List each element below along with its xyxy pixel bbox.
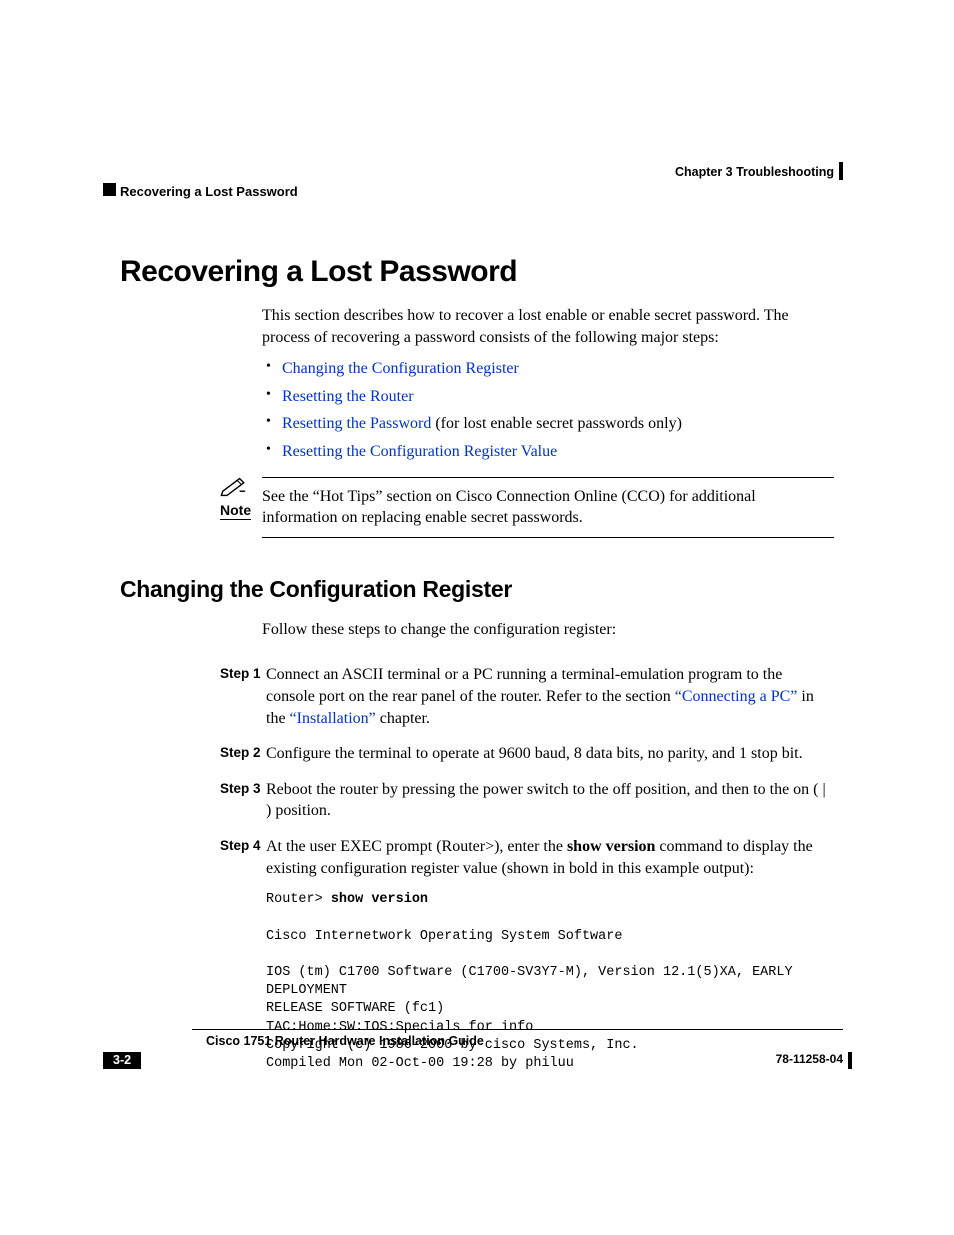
step-label: Step 2: [220, 743, 266, 765]
list-item: Changing the Configuration Register: [282, 358, 834, 380]
step-body: Connect an ASCII terminal or a PC runnin…: [266, 664, 834, 729]
step-body: Configure the terminal to operate at 960…: [266, 743, 834, 765]
section-intro: Follow these steps to change the configu…: [262, 619, 834, 641]
code-command: show version: [331, 892, 428, 907]
step-row: Step 2 Configure the terminal to operate…: [220, 743, 834, 765]
step-text: At the user EXEC prompt (Router>), enter…: [266, 838, 567, 855]
link-installation[interactable]: “Installation”: [290, 710, 376, 727]
step-row: Step 1 Connect an ASCII terminal or a PC…: [220, 664, 834, 729]
intro-paragraph: This section describes how to recover a …: [262, 305, 834, 348]
note-pencil-icon: [220, 477, 262, 502]
code-line: Cisco Internetwork Operating System Soft…: [266, 929, 622, 944]
list-item: Resetting the Router: [282, 386, 834, 408]
note-text: See the “Hot Tips” section on Cisco Conn…: [262, 477, 834, 538]
header-right-bar: [839, 162, 843, 180]
note-block: Note See the “Hot Tips” section on Cisco…: [220, 477, 834, 538]
doc-number: 78-11258-04: [776, 1052, 843, 1066]
header-section: Recovering a Lost Password: [120, 184, 298, 199]
link-reset-password[interactable]: Resetting the Password: [282, 415, 431, 432]
section-heading: Changing the Configuration Register: [120, 576, 834, 603]
footer-right-bar: [848, 1052, 852, 1069]
step-label: Step 1: [220, 664, 266, 729]
list-item-tail: (for lost enable secret passwords only): [431, 415, 682, 432]
link-connecting-pc[interactable]: “Connecting a PC”: [675, 688, 798, 705]
page-title: Recovering a Lost Password: [120, 255, 834, 289]
step-body: Reboot the router by pressing the power …: [266, 779, 834, 822]
note-label: Note: [220, 502, 251, 520]
step-row: Step 3 Reboot the router by pressing the…: [220, 779, 834, 822]
link-reset-config-value[interactable]: Resetting the Configuration Register Val…: [282, 443, 557, 460]
code-prompt: Router>: [266, 892, 331, 907]
code-line: DEPLOYMENT: [266, 983, 347, 998]
code-line: RELEASE SOFTWARE (fc1): [266, 1001, 444, 1016]
list-item: Resetting the Configuration Register Val…: [282, 441, 834, 463]
step-bold: show version: [567, 838, 655, 855]
footer-title: Cisco 1751 Router Hardware Installation …: [206, 1034, 843, 1048]
header-chapter: Chapter 3 Troubleshooting: [675, 165, 834, 179]
step-label: Step 3: [220, 779, 266, 822]
code-line: IOS (tm) C1700 Software (C1700-SV3Y7-M),…: [266, 965, 793, 980]
page-number-badge: 3-2: [103, 1052, 141, 1069]
link-change-config-register[interactable]: Changing the Configuration Register: [282, 360, 519, 377]
bullet-list: Changing the Configuration Register Rese…: [262, 358, 834, 462]
page-footer: Cisco 1751 Router Hardware Installation …: [120, 1029, 843, 1070]
step-text: chapter.: [376, 710, 430, 727]
link-reset-router[interactable]: Resetting the Router: [282, 388, 414, 405]
list-item: Resetting the Password (for lost enable …: [282, 413, 834, 435]
header-left-box-icon: [103, 183, 116, 196]
